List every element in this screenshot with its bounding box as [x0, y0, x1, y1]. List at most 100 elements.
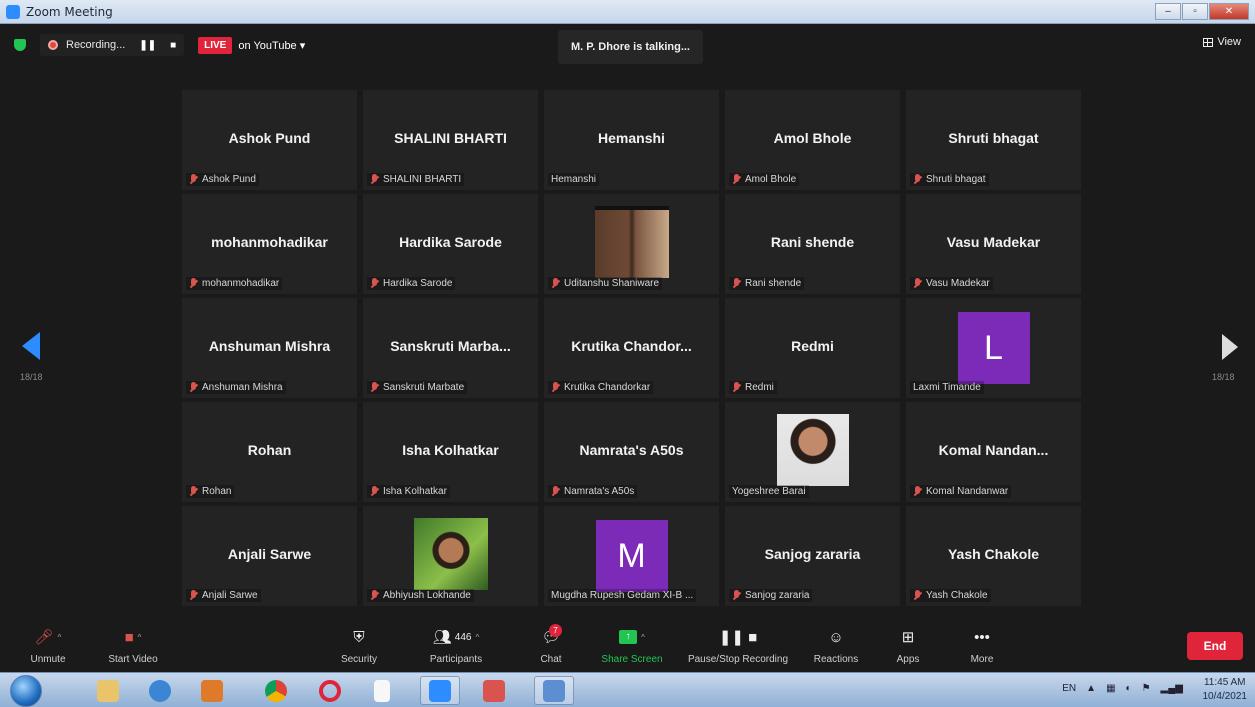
security-label: Security — [340, 654, 378, 665]
participant-tile[interactable]: Isha Kolhatkar Isha Kolhatkar — [363, 402, 538, 502]
language-indicator[interactable]: EN — [1062, 683, 1076, 694]
participant-tile[interactable]: Amol Bhole Amol Bhole — [725, 90, 900, 190]
chat-unread-badge: 7 — [549, 624, 562, 637]
participant-tile[interactable]: Uditanshu Shaniware — [544, 194, 719, 294]
participant-tile[interactable]: Rani shende Rani shende — [725, 194, 900, 294]
live-target-dropdown[interactable]: on YouTube ▾ — [238, 39, 305, 52]
participant-tile[interactable]: Abhiyush Lokhande — [363, 506, 538, 606]
participant-tile[interactable]: Krutika Chandor... Krutika Chandorkar — [544, 298, 719, 398]
participant-tile[interactable]: Sanjog zararia Sanjog zararia — [725, 506, 900, 606]
title-bar: Zoom Meeting – ▫ ✕ — [0, 0, 1255, 24]
participant-tile[interactable]: Yogeshree Barai — [725, 402, 900, 502]
chevron-up-icon[interactable]: ^ — [58, 633, 62, 642]
participant-display-name: Isha Kolhatkar — [402, 442, 499, 458]
participant-name-label: Yash Chakole — [910, 589, 991, 602]
participant-tile[interactable]: Hardika Sarode Hardika Sarode — [363, 194, 538, 294]
apps-label: Apps — [896, 654, 920, 665]
participant-name-label: Anjali Sarwe — [186, 589, 261, 602]
participant-tile[interactable]: Rohan Rohan — [182, 402, 357, 502]
participant-video-thumbnail — [776, 414, 849, 486]
meeting-area: Recording... ❚❚ ■ LIVE on YouTube ▾ M. P… — [0, 24, 1255, 622]
more-button[interactable]: ••• More — [965, 626, 999, 666]
participant-tile[interactable]: Hemanshi Hemanshi — [544, 90, 719, 190]
maximize-button[interactable]: ▫ — [1182, 3, 1208, 20]
participant-tile[interactable]: L Laxmi Timande — [906, 298, 1081, 398]
more-label: More — [970, 654, 994, 665]
participant-name: Anjali Sarwe — [202, 590, 258, 601]
participant-name: Sanjog zararia — [745, 590, 810, 601]
recording-dot-icon — [48, 40, 58, 50]
participant-tile[interactable]: Anshuman Mishra Anshuman Mishra — [182, 298, 357, 398]
show-hidden-icons-icon[interactable]: ▲ — [1086, 683, 1096, 694]
next-page-arrow-icon[interactable] — [1222, 334, 1238, 360]
participant-name: Namrata's A50s — [564, 486, 635, 497]
participants-icon: 👥︎ — [432, 629, 452, 646]
network-icon[interactable]: ▦ — [1106, 683, 1115, 694]
apps-button[interactable]: ⊞ Apps — [893, 626, 923, 665]
status-bar: Recording... ❚❚ ■ LIVE on YouTube ▾ — [14, 34, 305, 56]
chrome-icon[interactable] — [256, 676, 296, 705]
participant-tile[interactable]: M Mugdha Rupesh Gedam XI-B ... — [544, 506, 719, 606]
participant-name: Vasu Madekar — [926, 278, 990, 289]
reactions-button[interactable]: ☺ Reactions — [811, 626, 861, 666]
participants-button[interactable]: 👥︎ 446 ^ Participants — [425, 626, 487, 665]
participant-tile[interactable]: mohanmohadikar mohanmohadikar — [182, 194, 357, 294]
pause-recording-icon[interactable]: ❚❚ — [139, 40, 156, 51]
media-player-icon[interactable] — [192, 676, 232, 705]
encryption-shield-icon[interactable] — [14, 39, 26, 51]
chat-button[interactable]: 💬︎ 7 Chat — [535, 624, 567, 665]
opera-icon[interactable] — [310, 676, 350, 705]
participant-tile[interactable]: Shruti bhagat Shruti bhagat — [906, 90, 1081, 190]
system-clock[interactable]: 11:45 AM 10/4/2021 — [1203, 676, 1248, 704]
notepad-icon[interactable] — [534, 676, 574, 705]
clock-time: 11:45 AM — [1203, 677, 1246, 688]
participant-tile[interactable]: Namrata's A50s Namrata's A50s — [544, 402, 719, 502]
share-screen-button[interactable]: ↑ ^ Share Screen — [598, 626, 666, 665]
close-button[interactable]: ✕ — [1209, 3, 1249, 20]
mic-muted-icon: 🎤︎ — [34, 629, 54, 646]
live-badge[interactable]: LIVE — [198, 36, 233, 54]
end-meeting-button[interactable]: End — [1187, 632, 1243, 660]
previous-page-arrow-icon[interactable] — [22, 332, 40, 360]
zoom-taskbar-icon[interactable] — [420, 676, 460, 705]
participant-tile[interactable]: Sanskruti Marba... Sanskruti Marbate — [363, 298, 538, 398]
recording-indicator: Recording... ❚❚ ■ — [40, 34, 185, 56]
meeting-toolbar: 🎤︎ ^ Unmute ■︎ ^ Start Video ⛨ Security 👥︎… — [0, 622, 1255, 672]
recorder-icon[interactable] — [474, 676, 514, 705]
file-explorer-icon[interactable] — [88, 676, 128, 705]
security-button[interactable]: ⛨ Security — [338, 626, 380, 666]
start-menu-icon[interactable] — [10, 675, 42, 707]
window-controls: – ▫ ✕ — [1155, 3, 1249, 20]
participant-tile[interactable]: Vasu Madekar Vasu Madekar — [906, 194, 1081, 294]
chevron-up-icon[interactable]: ^ — [641, 633, 645, 642]
minimize-button[interactable]: – — [1155, 3, 1181, 20]
participant-name: Rani shende — [745, 278, 802, 289]
participant-tile[interactable]: Ashok Pund Ashok Pund — [182, 90, 357, 190]
participant-name-label: Redmi — [729, 381, 777, 394]
participant-tile[interactable]: Komal Nandan... Komal Nandanwar — [906, 402, 1081, 502]
chevron-up-icon[interactable]: ^ — [475, 633, 479, 642]
participant-tile[interactable]: Anjali Sarwe Anjali Sarwe — [182, 506, 357, 606]
document-icon[interactable] — [362, 676, 402, 705]
participant-name-label: Rohan — [186, 485, 235, 498]
participant-video-thumbnail — [413, 518, 488, 590]
page-indicator-right: 18/18 — [1212, 372, 1235, 382]
view-button[interactable]: View — [1203, 36, 1241, 48]
signal-icon[interactable]: ▂▄▆ — [1161, 683, 1183, 694]
unmute-button[interactable]: 🎤︎ ^ Unmute — [28, 626, 68, 665]
pause-stop-label: Pause/Stop Recording — [687, 654, 789, 665]
stop-recording-icon[interactable]: ■ — [170, 40, 176, 51]
mic-muted-icon — [551, 278, 560, 289]
reactions-label: Reactions — [813, 654, 859, 665]
participant-tile[interactable]: Yash Chakole Yash Chakole — [906, 506, 1081, 606]
participant-tile[interactable]: Redmi Redmi — [725, 298, 900, 398]
participant-gallery: Ashok Pund Ashok Pund SHALINI BHARTI SHALIN… — [182, 90, 1081, 606]
chevron-up-icon[interactable]: ^ — [138, 633, 142, 642]
pause-stop-recording-button[interactable]: ❚❚ ■ Pause/Stop Recording — [684, 626, 792, 665]
flag-icon[interactable]: ⚑ — [1142, 683, 1151, 694]
internet-explorer-icon[interactable] — [140, 676, 180, 705]
participant-tile[interactable]: SHALINI BHARTI SHALINI BHARTI — [363, 90, 538, 190]
participant-name-label: Namrata's A50s — [548, 485, 638, 498]
start-video-button[interactable]: ■︎ ^ Start Video — [104, 626, 162, 666]
volume-icon[interactable]: ◐ — [1126, 683, 1132, 694]
